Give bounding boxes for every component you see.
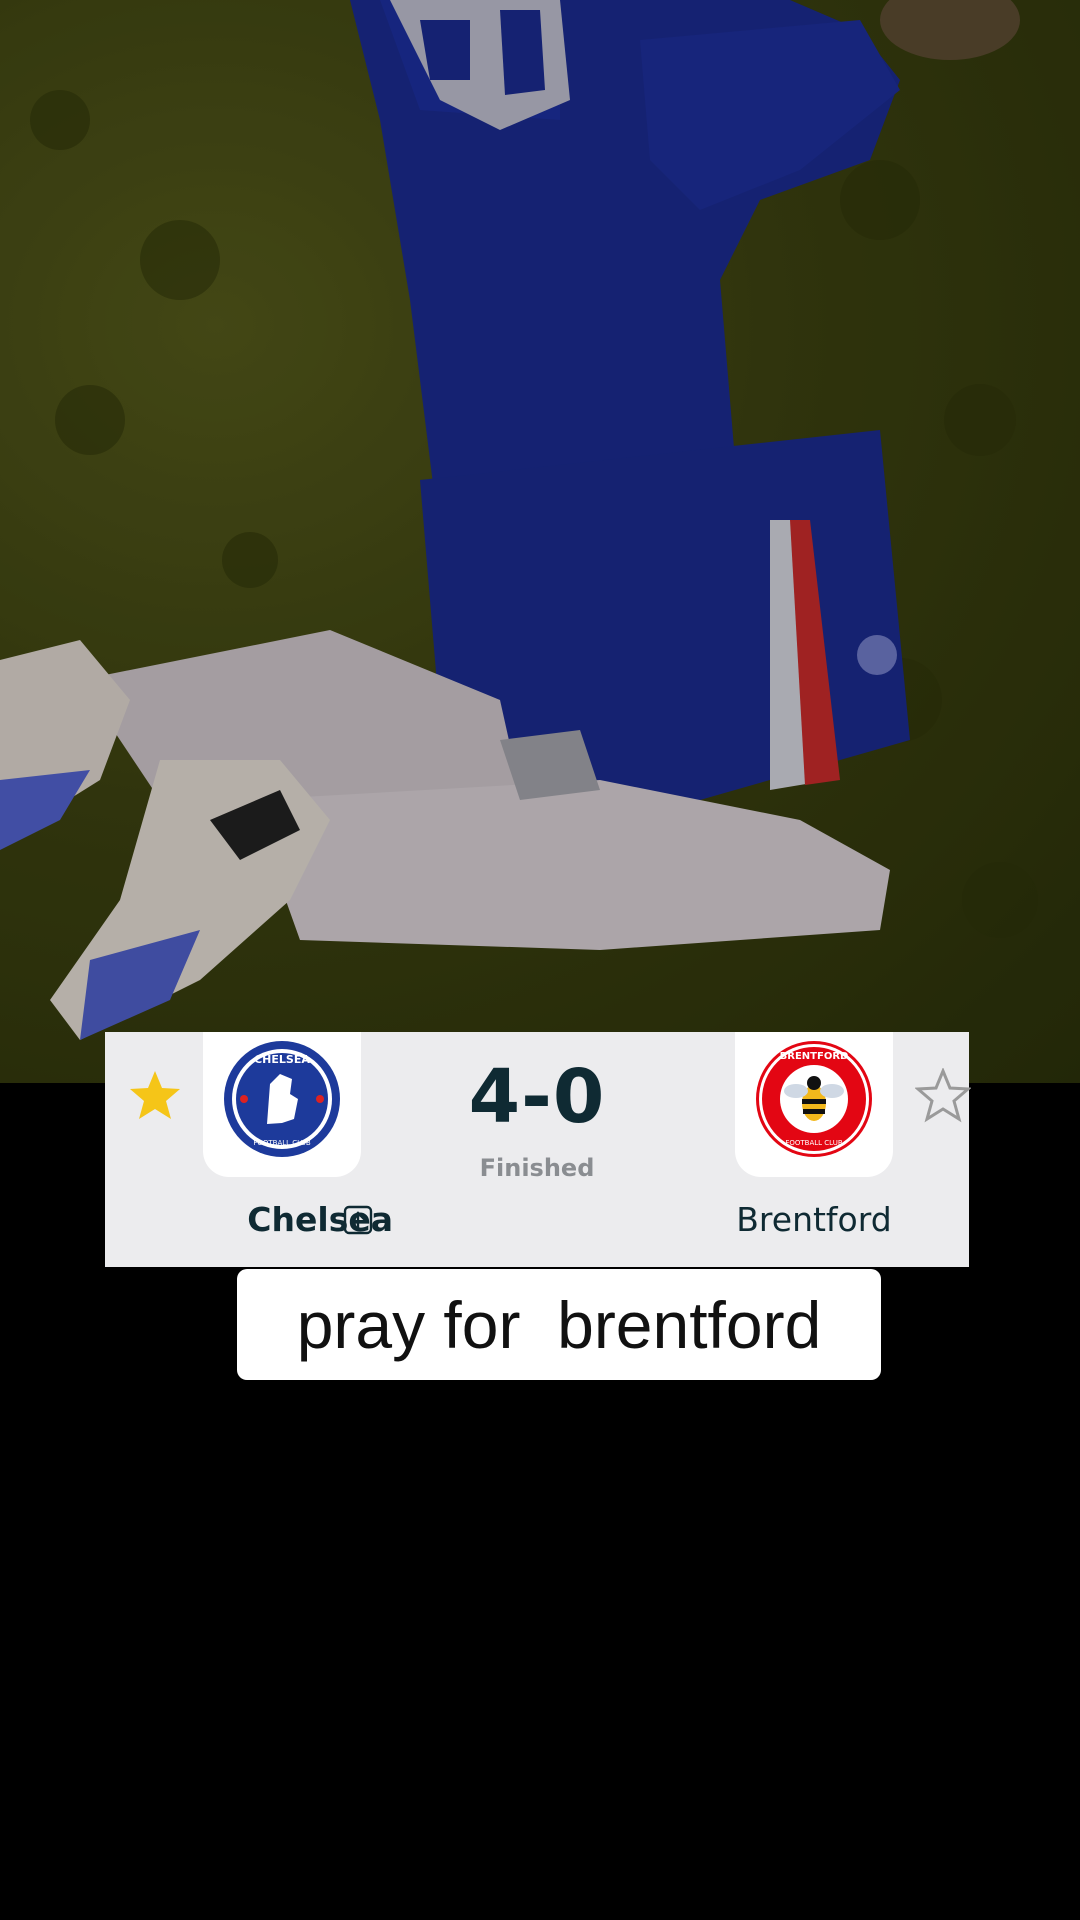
caption-text: pray for brentford bbox=[296, 1287, 822, 1362]
brentford-crest-icon: BRENTFORD FOOTBALL CLUB bbox=[756, 1041, 872, 1157]
match-status: Finished bbox=[479, 1154, 595, 1182]
away-team-crest[interactable]: BRENTFORD FOOTBALL CLUB bbox=[735, 1032, 893, 1177]
away-team-name[interactable]: Brentford bbox=[705, 1200, 923, 1239]
away-crest-text-top: BRENTFORD bbox=[780, 1051, 849, 1062]
match-score-card[interactable]: CHELSEA FOOTBALL CLUB 4-0 Finished BRENT… bbox=[105, 1032, 971, 1267]
background-photo bbox=[0, 0, 1080, 1083]
home-crest-text-top: CHELSEA bbox=[254, 1053, 310, 1066]
home-team-crest[interactable]: CHELSEA FOOTBALL CLUB bbox=[203, 1032, 361, 1177]
favorite-star-outline-icon[interactable] bbox=[915, 1068, 971, 1124]
away-crest-text-bottom: FOOTBALL CLUB bbox=[785, 1139, 843, 1147]
chelsea-crest-icon: CHELSEA FOOTBALL CLUB bbox=[224, 1041, 340, 1157]
player-illustration bbox=[0, 0, 1080, 1083]
favorite-star-filled-icon[interactable] bbox=[127, 1068, 183, 1124]
home-crest-text-bottom: FOOTBALL CLUB bbox=[253, 1139, 311, 1147]
video-frame: CHELSEA FOOTBALL CLUB 4-0 Finished BRENT… bbox=[0, 0, 1080, 1920]
caption-box: pray for brentford bbox=[237, 1269, 881, 1380]
match-score: 4-0 bbox=[468, 1054, 606, 1140]
promoted-arrow-icon bbox=[343, 1205, 373, 1235]
